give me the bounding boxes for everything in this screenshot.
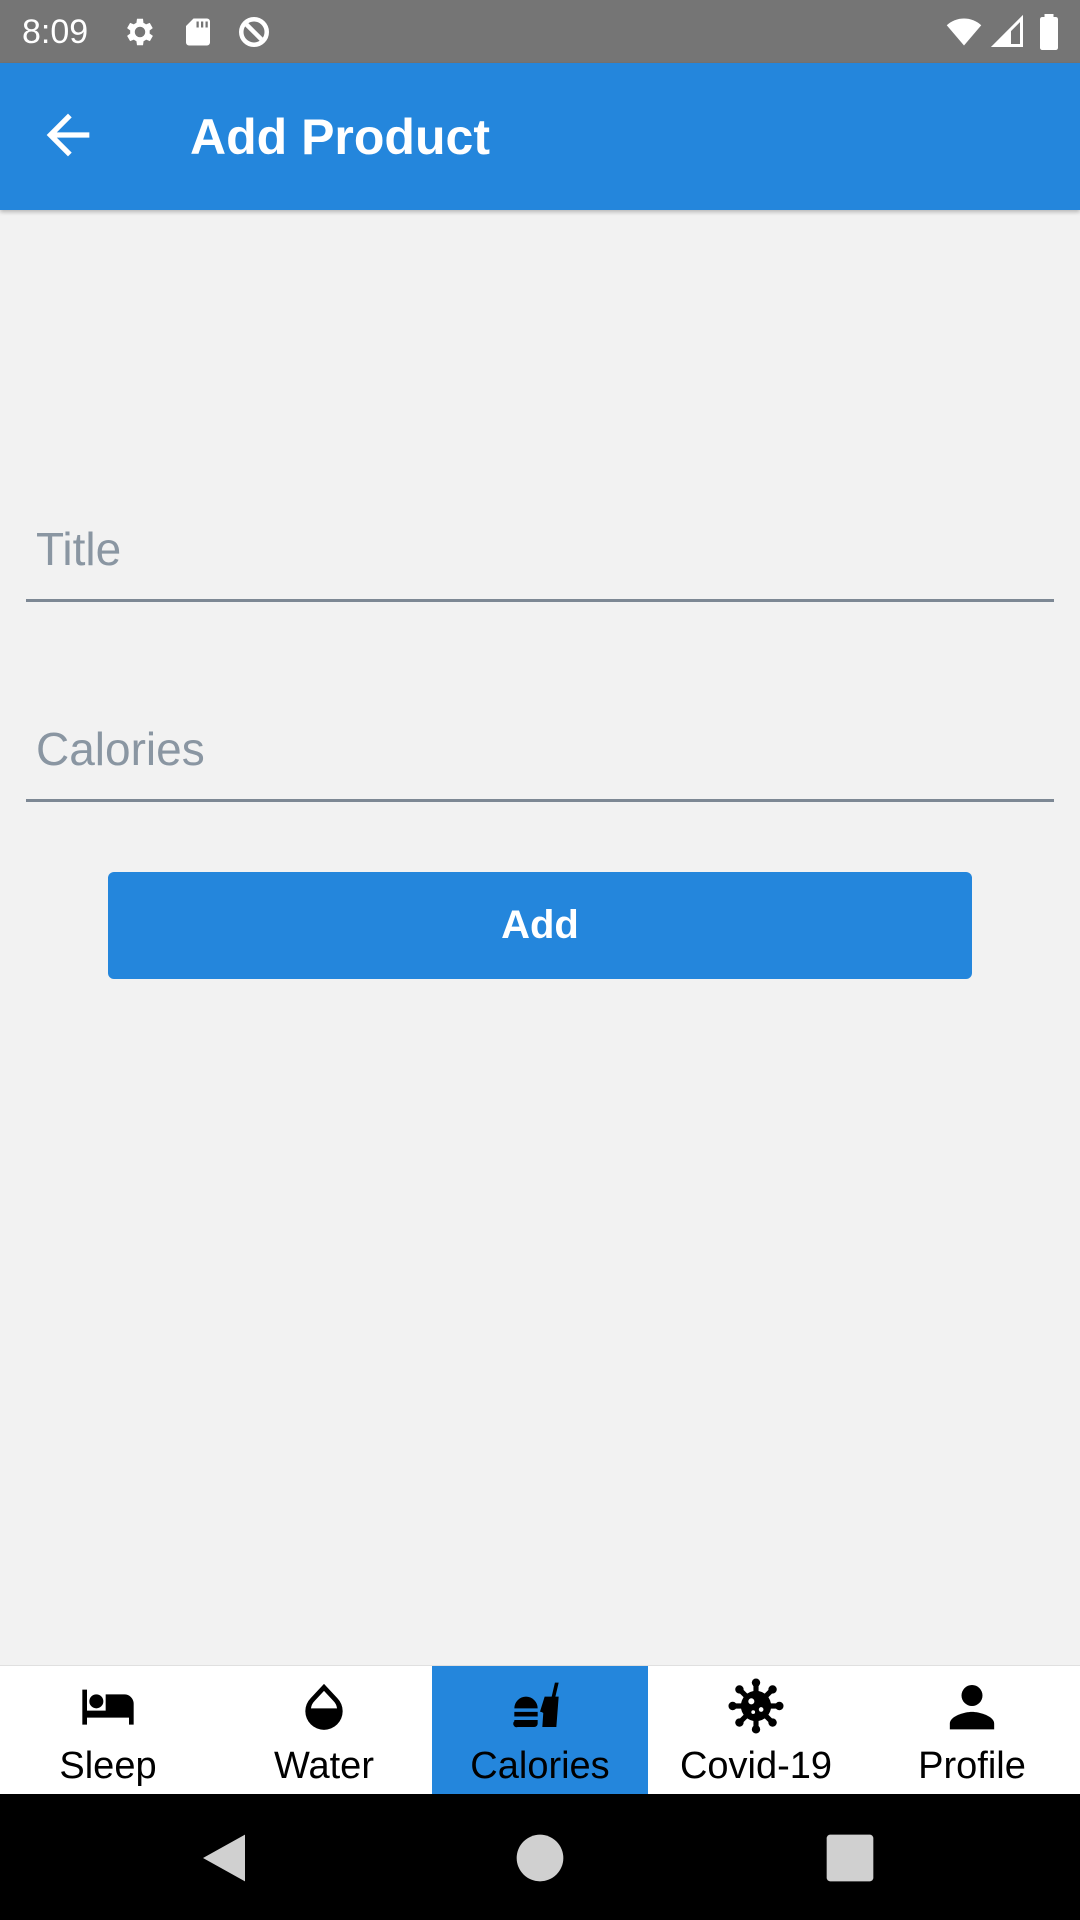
nav-label-sleep: Sleep bbox=[59, 1745, 157, 1787]
nav-label-calories: Calories bbox=[470, 1745, 610, 1787]
bed-icon bbox=[80, 1678, 136, 1734]
calories-field[interactable] bbox=[26, 702, 1054, 802]
wifi-icon bbox=[944, 14, 984, 50]
nav-label-covid: Covid-19 bbox=[679, 1745, 833, 1787]
arrow-back-icon bbox=[46, 113, 90, 157]
add-button[interactable]: Add bbox=[108, 872, 972, 979]
nav-item-calories[interactable]: Calories bbox=[432, 1666, 648, 1795]
nav-label-profile: Profile bbox=[918, 1745, 1026, 1787]
recents-square-icon bbox=[826, 1834, 874, 1882]
data-saver-icon bbox=[236, 14, 272, 50]
status-bar: 8:09 bbox=[0, 0, 1080, 63]
app-bar: Add Product bbox=[0, 63, 1080, 210]
system-navigation-bar bbox=[0, 1794, 1080, 1920]
fastfood-icon bbox=[512, 1678, 568, 1734]
title-field[interactable] bbox=[26, 502, 1054, 602]
nav-item-profile[interactable]: Profile bbox=[864, 1666, 1080, 1795]
bottom-navigation: Sleep Water Calories Covid-19 Profile bbox=[0, 1665, 1080, 1795]
status-time: 8:09 bbox=[22, 13, 89, 51]
title-input[interactable] bbox=[36, 519, 1036, 579]
virus-icon bbox=[728, 1678, 784, 1734]
cell-signal-icon bbox=[990, 14, 1026, 50]
sd-card-icon bbox=[180, 14, 216, 50]
nav-item-covid[interactable]: Covid-19 bbox=[648, 1666, 864, 1795]
nav-label-water: Water bbox=[274, 1745, 374, 1787]
page-title: Add Product bbox=[190, 109, 490, 165]
battery-icon bbox=[1036, 14, 1062, 50]
system-back-button[interactable] bbox=[196, 1830, 252, 1886]
nav-item-water[interactable]: Water bbox=[216, 1666, 432, 1795]
person-icon bbox=[944, 1678, 1000, 1734]
back-button[interactable] bbox=[36, 103, 100, 167]
home-circle-icon bbox=[516, 1834, 564, 1882]
system-home-button[interactable] bbox=[512, 1830, 568, 1886]
water-drop-icon bbox=[296, 1678, 352, 1734]
back-triangle-icon bbox=[203, 1834, 245, 1882]
system-recents-button[interactable] bbox=[822, 1830, 878, 1886]
settings-icon bbox=[122, 14, 158, 50]
calories-input[interactable] bbox=[36, 719, 1036, 779]
nav-item-sleep[interactable]: Sleep bbox=[0, 1666, 216, 1795]
